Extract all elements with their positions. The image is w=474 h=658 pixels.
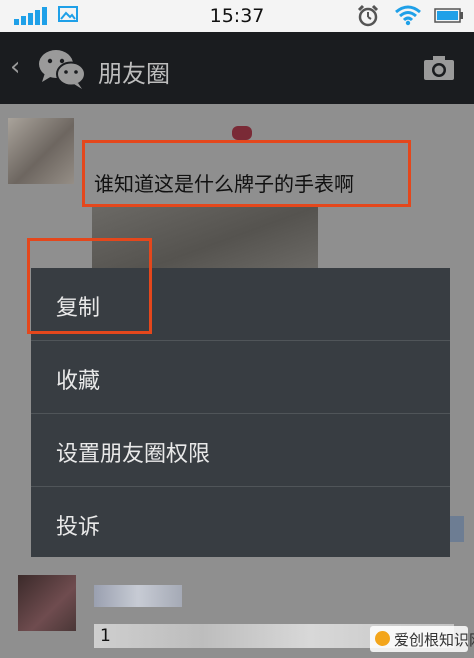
alarm-clock-icon (357, 4, 379, 27)
menu-item-moments-permissions[interactable]: 设置朋友圈权限 (31, 414, 450, 486)
user-name-blur (232, 126, 252, 140)
avatar[interactable] (8, 118, 74, 184)
battery-icon (434, 8, 463, 23)
wechat-logo-icon (39, 50, 86, 89)
menu-item-favorite[interactable]: 收藏 (31, 341, 450, 413)
highlight-box-post-text (82, 140, 411, 207)
watermark-text: 爱创根知识网 (394, 631, 474, 649)
avatar[interactable] (18, 575, 76, 631)
watermark-logo-icon (375, 631, 390, 646)
menu-item-label: 投诉 (56, 515, 101, 540)
menu-item-label: 设置朋友圈权限 (56, 442, 211, 467)
highlight-box-copy (27, 238, 152, 334)
user-name-blur (94, 585, 182, 607)
wifi-icon (395, 5, 421, 26)
back-button[interactable]: ‹ (10, 52, 20, 82)
status-bar: 15:37 (0, 0, 474, 32)
menu-item-label: 收藏 (56, 369, 101, 394)
page-title: 朋友圈 (98, 60, 170, 88)
nav-bar: ‹ 朋友圈 (0, 32, 474, 104)
camera-icon[interactable] (422, 54, 456, 82)
menu-item-report[interactable]: 投诉 (31, 487, 450, 559)
watermark: 爱创根知识网 (370, 626, 474, 652)
post-text-number: 1 (100, 626, 111, 646)
